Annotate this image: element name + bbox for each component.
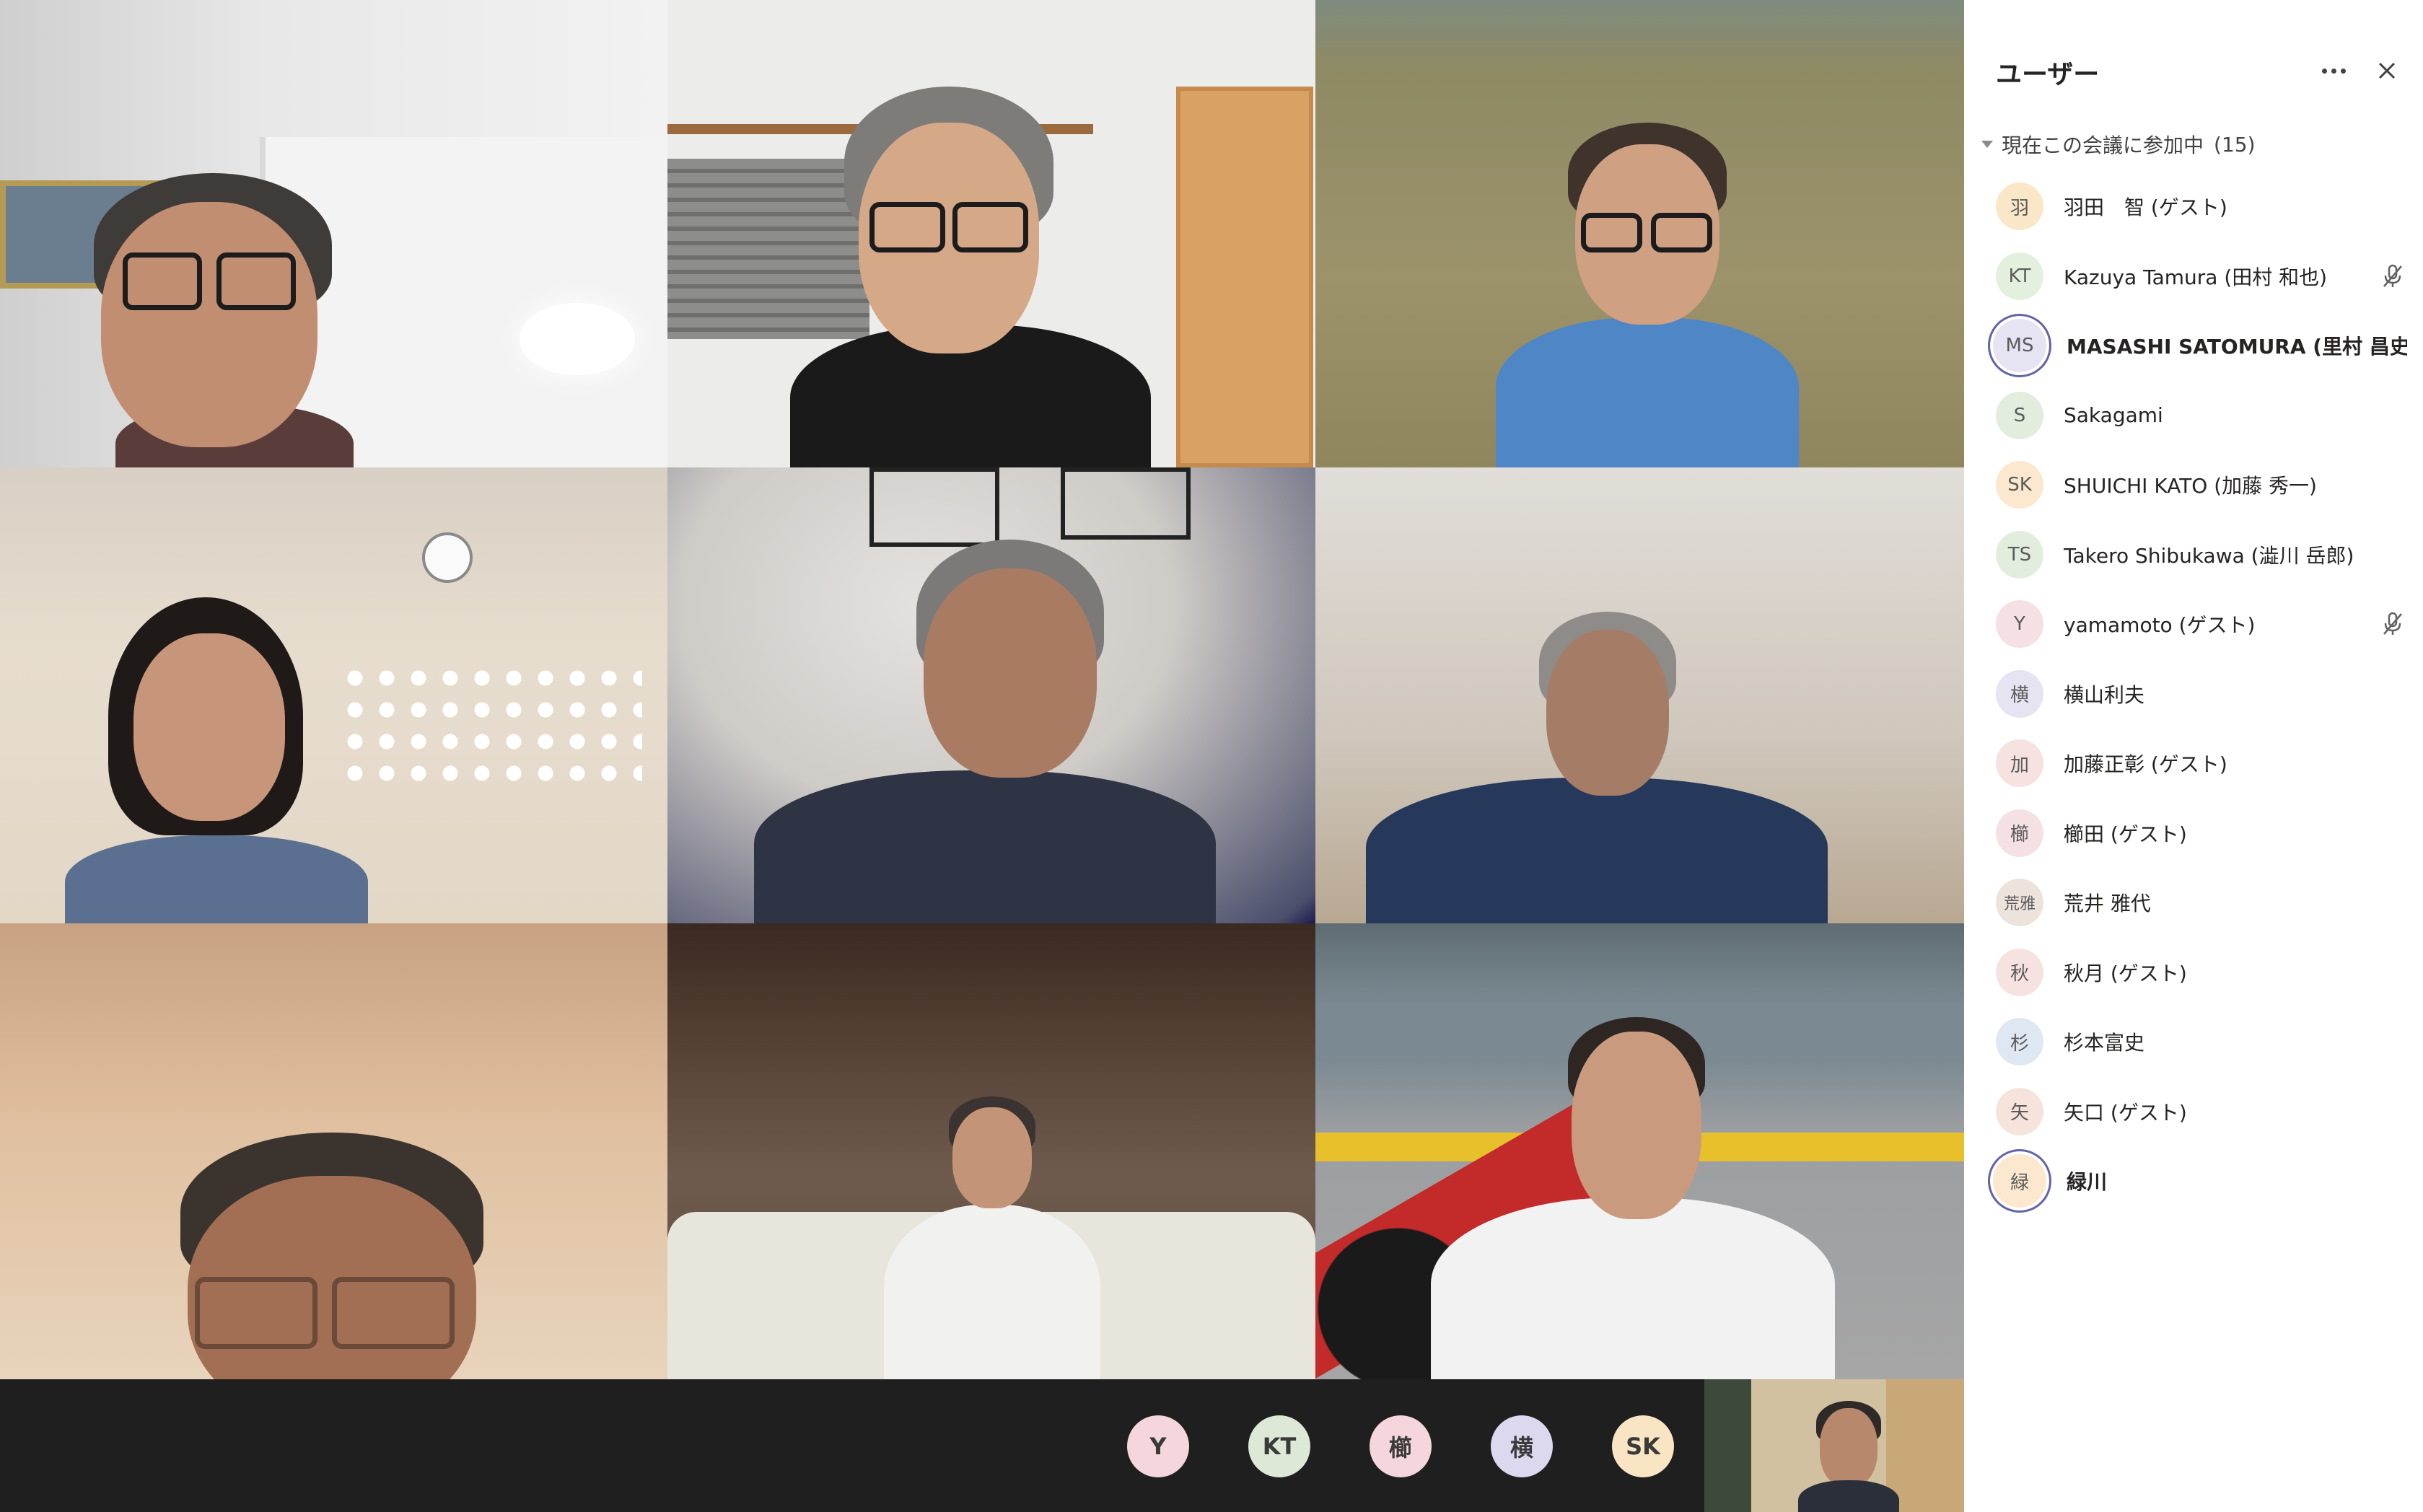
- close-icon: [2378, 62, 2396, 79]
- participant-name: Kazuya Tamura (田村 和也): [2064, 265, 2328, 289]
- more-icon: [2340, 68, 2346, 74]
- self-video-preview[interactable]: [1704, 1379, 1964, 1512]
- participant-name: 矢口 (ゲスト): [2064, 1100, 2187, 1125]
- participant-name: 横山利夫: [2064, 682, 2145, 707]
- video-tile[interactable]: [0, 467, 667, 923]
- more-options-button[interactable]: [2315, 52, 2352, 89]
- mic-off-icon: [2378, 262, 2407, 291]
- participant-row[interactable]: 荒雅 荒井 雅代: [1996, 868, 2407, 937]
- participant-row[interactable]: S Sakagami: [1996, 381, 2407, 450]
- video-tile[interactable]: [0, 0, 667, 467]
- wall-decoration: [339, 662, 642, 792]
- participant-video: [1366, 612, 1828, 923]
- avatar: 横: [1996, 669, 2043, 718]
- participant-row[interactable]: 羽羽田 智 (ゲスト): [1996, 172, 2407, 241]
- participant-name: 秋月 (ゲスト): [2064, 961, 2187, 985]
- participant-row[interactable]: 加加藤正彰 (ゲスト): [1996, 729, 2407, 798]
- video-grid: [0, 0, 1964, 1379]
- participant-name: Sakagami: [2064, 403, 2163, 427]
- overflow-avatar[interactable]: 櫛: [1370, 1415, 1432, 1477]
- video-tile[interactable]: [1315, 923, 1964, 1379]
- participant-video: [144, 1133, 534, 1379]
- wall-clock: [422, 532, 473, 583]
- participant-name: MASASHI SATOMURA (里村 昌史): [2067, 335, 2407, 359]
- participant-name: 緑川: [2067, 1170, 2108, 1194]
- wall-frame: [869, 467, 999, 547]
- participant-name: yamamoto (ゲスト): [2064, 613, 2256, 637]
- avatar: 荒雅: [1996, 879, 2043, 926]
- avatar: 秋: [1996, 948, 2043, 996]
- avatar: S: [1996, 391, 2043, 439]
- avatar: 櫛: [1996, 809, 2043, 857]
- avatar: KT: [1996, 252, 2043, 300]
- video-tile[interactable]: [667, 467, 1315, 923]
- bookshelf: [1176, 87, 1313, 467]
- participants-panel: ユーザー 現在この会議に参加中 (15) 羽羽田 智 (ゲスト) KT Kazuya…: [1964, 0, 2423, 1512]
- wall-frame: [1061, 467, 1191, 540]
- participant-row[interactable]: 櫛櫛田 (ゲスト): [1996, 799, 2407, 868]
- overflow-avatar[interactable]: 横: [1491, 1415, 1553, 1477]
- avatar: 加: [1996, 739, 2043, 787]
- avatar: 矢: [1996, 1087, 2043, 1135]
- participant-row[interactable]: 緑緑川: [1993, 1146, 2407, 1216]
- participant-row[interactable]: Yyamamoto (ゲスト): [1996, 589, 2407, 659]
- video-tile[interactable]: [667, 0, 1315, 467]
- participant-video: [1798, 1401, 1899, 1512]
- close-button[interactable]: [2368, 52, 2406, 89]
- attendees-section-toggle[interactable]: 現在この会議に参加中 (15): [1971, 128, 2256, 160]
- participant-row[interactable]: 秋秋月 (ゲスト): [1996, 938, 2407, 1007]
- participant-row[interactable]: 横横山利夫: [1996, 659, 2407, 729]
- panel-title: ユーザー: [1996, 60, 2100, 89]
- chevron-down-icon: [1981, 141, 1993, 148]
- participant-video: [1431, 1017, 1835, 1379]
- video-tile[interactable]: [0, 923, 667, 1379]
- video-tile[interactable]: [1315, 467, 1964, 923]
- participant-name: 加藤正彰 (ゲスト): [2064, 752, 2227, 776]
- participant-row[interactable]: TS Takero Shibukawa (澁川 岳郎): [1996, 520, 2407, 589]
- participant-video: [754, 540, 1216, 923]
- video-tile[interactable]: [667, 923, 1315, 1379]
- participant-video: [65, 597, 368, 923]
- avatar: SK: [1996, 461, 2043, 509]
- participant-name: Takero Shibukawa (澁川 岳郎): [2064, 543, 2354, 568]
- avatar: 羽: [1996, 183, 2043, 230]
- participant-row[interactable]: MS MASASHI SATOMURA (里村 昌史): [1993, 311, 2407, 380]
- participant-row[interactable]: 杉杉本富史: [1996, 1007, 2407, 1076]
- avatar: 緑: [1993, 1154, 2046, 1208]
- avatar: MS: [1993, 319, 2046, 372]
- overflow-avatar[interactable]: SK: [1612, 1415, 1674, 1477]
- participant-video: [1496, 123, 1799, 467]
- participant-name: 羽田 智 (ゲスト): [2064, 195, 2227, 219]
- ceiling-light: [520, 303, 635, 375]
- video-tile[interactable]: [1315, 0, 1964, 467]
- section-label: 現在この会議に参加中: [2002, 133, 2204, 157]
- participant-name: 櫛田 (ゲスト): [2064, 822, 2187, 846]
- overflow-avatar[interactable]: KT: [1248, 1415, 1310, 1477]
- participant-row[interactable]: 矢矢口 (ゲスト): [1996, 1077, 2407, 1146]
- participant-name: 杉本富史: [2064, 1031, 2145, 1055]
- mic-off-icon: [2378, 610, 2407, 638]
- overflow-avatar[interactable]: Y: [1127, 1415, 1189, 1477]
- participant-video: [884, 1096, 1100, 1379]
- avatar: 杉: [1996, 1018, 2043, 1065]
- avatar: Y: [1996, 600, 2043, 648]
- participant-row[interactable]: KT Kazuya Tamura (田村 和也): [1996, 242, 2407, 311]
- more-icon: [2331, 68, 2336, 74]
- participant-name: 荒井 雅代: [2064, 892, 2151, 915]
- participant-name: SHUICHI KATO (加藤 秀一): [2064, 474, 2317, 498]
- avatar: TS: [1996, 530, 2043, 579]
- attendee-count: (15): [2214, 132, 2256, 157]
- meeting-window: Y KT 櫛 横 SK ユーザー 現在この会議に参加中 (15) 羽羽田 智 (…: [0, 0, 2423, 1512]
- more-icon: [2321, 68, 2327, 74]
- participant-video: [72, 173, 375, 467]
- participant-row[interactable]: SK SHUICHI KATO (加藤 秀一): [1996, 450, 2407, 519]
- participant-video: [790, 87, 1151, 467]
